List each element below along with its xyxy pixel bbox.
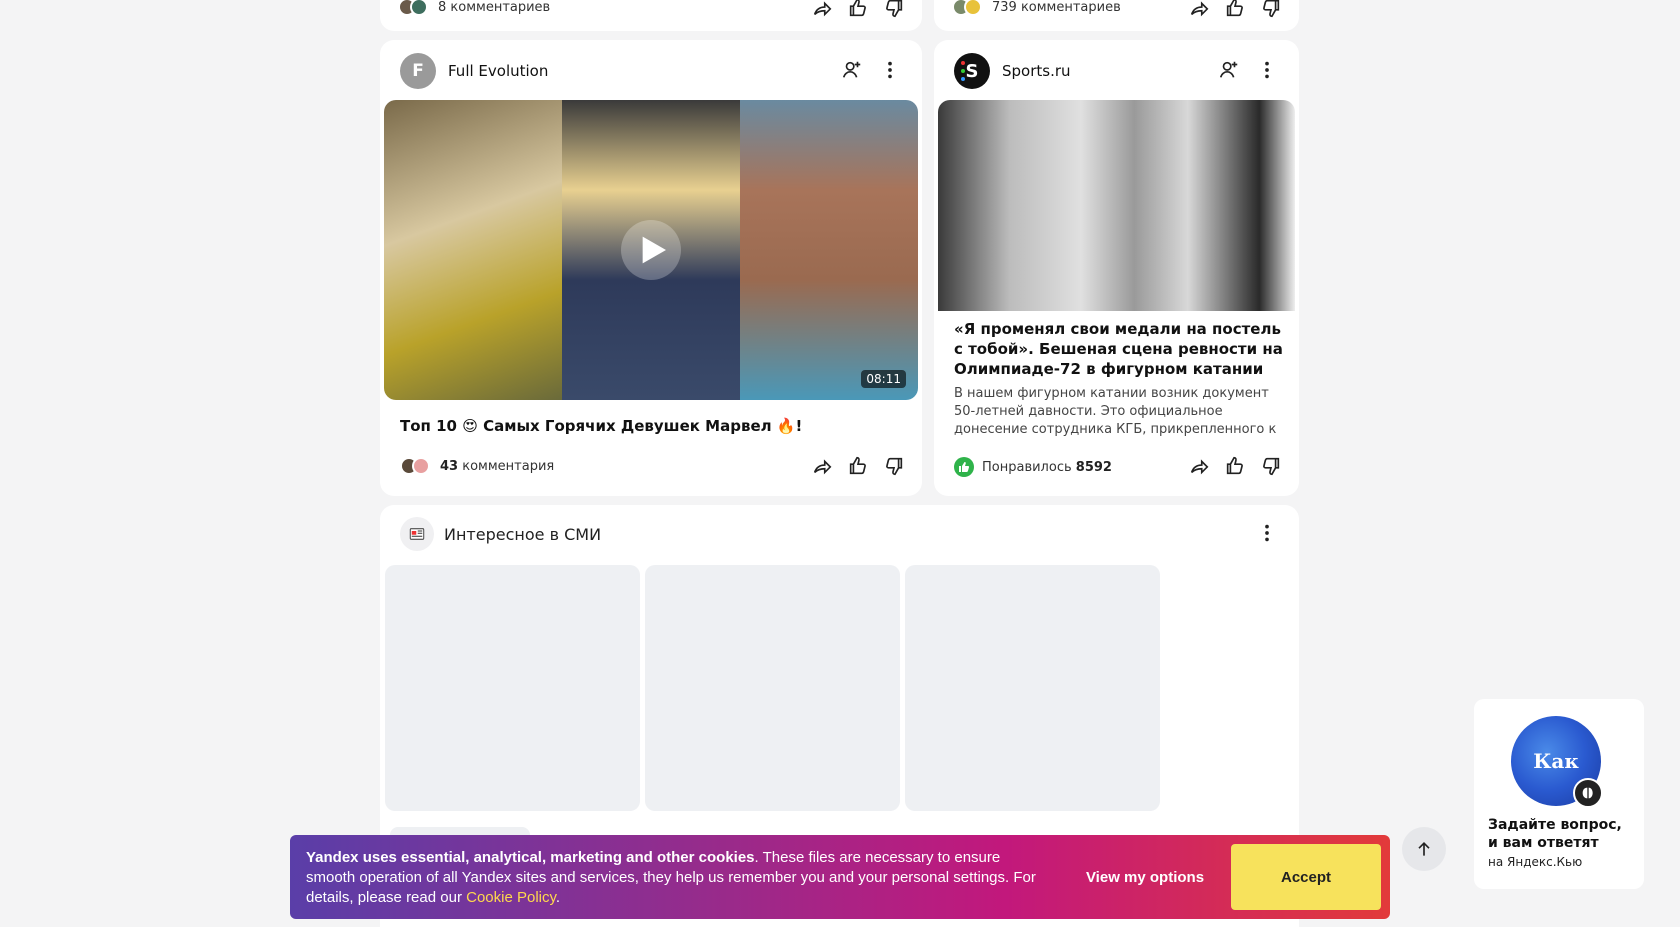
likes-label: Понравилось [982,459,1072,475]
comments-link[interactable]: 739 комментариев [992,0,1121,15]
cookie-policy-link[interactable]: Cookie Policy [466,889,556,906]
article-card[interactable]: S Sports.ru «Я променял свои медали на п… [934,40,1299,496]
channel-avatar[interactable]: S [954,53,990,89]
comments-link[interactable]: 8 комментариев [438,0,550,15]
view-options-button[interactable]: View my options [1070,844,1220,910]
article-title[interactable]: «Я променял свои медали на постель с тоб… [954,319,1284,379]
cookie-text: Yandex uses essential, analytical, marke… [306,848,1036,908]
play-icon[interactable] [621,220,681,280]
dislike-icon[interactable] [880,0,908,22]
like-icon[interactable] [844,452,872,480]
subscribe-icon[interactable] [838,56,866,84]
video-thumbnail[interactable]: 08:11 [384,100,918,400]
channel-avatar[interactable]: F [400,53,436,89]
dislike-icon[interactable] [1257,0,1285,22]
article-snippet: В нашем фигурном катании возник документ… [954,386,1277,437]
thumbnail-panel-3 [740,100,918,400]
audio-icon [1573,778,1603,808]
like-icon[interactable] [1221,452,1249,480]
comments-count: 43 [440,458,459,474]
news-icon [400,517,434,551]
commenter-avatars [398,0,428,16]
question-logo-text: Как [1533,749,1579,773]
media-skeleton-card [645,565,900,811]
share-icon[interactable] [808,452,836,480]
question-widget[interactable]: Как Задайте вопрос, и вам ответят на Янд… [1474,699,1644,889]
feed-card-top-left: 8 комментариев [380,0,922,31]
video-card[interactable]: F Full Evolution 08:11 Топ 10 😍 Самых Го… [380,40,922,496]
media-skeleton-card [905,565,1160,811]
like-badge-icon [954,457,974,477]
likes-count: 8592 [1075,459,1112,475]
thumbnail-panel-1 [384,100,562,400]
feed-card-top-right: 739 комментариев [934,0,1299,31]
commenter-avatars [400,457,430,475]
more-menu-icon[interactable] [1253,519,1281,547]
media-block-title[interactable]: Интересное в СМИ [444,525,601,544]
commenter-avatars [952,0,982,16]
question-heading: Задайте вопрос, и вам ответят [1488,816,1622,852]
more-menu-icon[interactable] [1253,56,1281,84]
video-duration-badge: 08:11 [861,370,906,388]
question-line-1: Задайте вопрос, [1488,817,1622,833]
question-subtitle: на Яндекс.Кью [1488,855,1583,869]
scroll-to-top-button[interactable] [1402,827,1446,871]
more-menu-icon[interactable] [876,56,904,84]
video-title[interactable]: Топ 10 😍 Самых Горячих Девушек Марвел 🔥! [400,417,802,435]
channel-name[interactable]: Sports.ru [1002,62,1071,80]
dislike-icon[interactable] [1257,452,1285,480]
channel-header: S Sports.ru [954,53,1071,89]
share-icon[interactable] [1185,452,1213,480]
accept-button[interactable]: Accept [1231,844,1381,910]
cookie-text-bold: Yandex uses essential, analytical, marke… [306,849,755,866]
question-line-2: и вам ответят [1488,835,1599,851]
share-icon[interactable] [808,0,836,22]
article-image[interactable] [938,100,1295,311]
dislike-icon[interactable] [880,452,908,480]
channel-name[interactable]: Full Evolution [448,62,548,80]
likes-summary: Понравилось 8592 [982,460,1112,475]
subscribe-icon[interactable] [1215,56,1243,84]
media-skeleton-card [385,565,640,811]
cookie-banner: Yandex uses essential, analytical, marke… [290,835,1390,919]
like-icon[interactable] [1221,0,1249,22]
like-icon[interactable] [844,0,872,22]
comments-label: комментария [462,458,555,474]
cookie-text-end: . [555,889,561,906]
comments-link[interactable]: 43 комментария [440,459,554,474]
arrow-up-icon [1418,841,1430,856]
question-logo: Как [1511,716,1603,808]
share-icon[interactable] [1185,0,1213,22]
channel-header: F Full Evolution [400,53,548,89]
